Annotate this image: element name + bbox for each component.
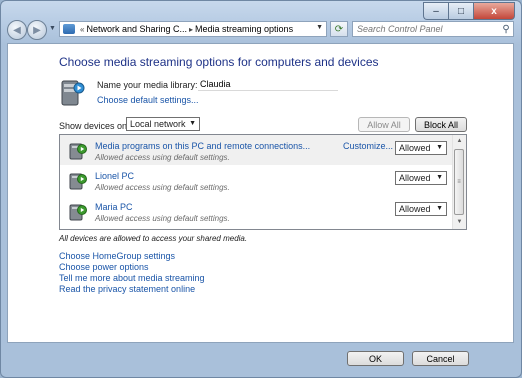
address-bar[interactable]: « Network and Sharing C... ▸ Media strea…: [59, 21, 327, 37]
chevron-down-icon: ▼: [436, 174, 443, 181]
network-select[interactable]: Local network ▼: [126, 117, 200, 131]
navigation-bar: ◀ ▶ ▼ « Network and Sharing C... ▸ Media…: [7, 19, 514, 41]
device-name[interactable]: Media programs on this PC and remote con…: [95, 141, 310, 151]
media-device-icon: [69, 204, 87, 221]
device-row-lionel-pc[interactable]: Lionel PC Allowed access using default s…: [60, 165, 453, 195]
content-pane: Choose media streaming options for compu…: [7, 43, 514, 343]
forward-button[interactable]: ▶: [27, 20, 47, 40]
device-status: Allowed access using default settings.: [95, 153, 230, 162]
permission-value: Allowed: [399, 204, 431, 214]
device-list: Media programs on this PC and remote con…: [59, 134, 467, 230]
device-status: Allowed access using default settings.: [95, 183, 230, 192]
chevron-down-icon: ▼: [436, 144, 443, 151]
dialog-footer: OK Cancel: [7, 343, 514, 373]
device-list-scrollbar[interactable]: ▲ ≡ ▼: [452, 135, 466, 229]
privacy-statement-link[interactable]: Read the privacy statement online: [59, 284, 205, 295]
device-status: Allowed access using default settings.: [95, 214, 230, 223]
permission-select[interactable]: Allowed ▼: [395, 141, 447, 155]
media-streaming-window: – □ x ◀ ▶ ▼ « Network and Sharing C... ▸…: [0, 0, 522, 378]
media-library-icon: [61, 80, 85, 106]
control-panel-icon: [63, 24, 75, 34]
homegroup-settings-link[interactable]: Choose HomeGroup settings: [59, 251, 205, 262]
search-box[interactable]: ⚲: [352, 21, 514, 37]
refresh-icon[interactable]: ⟳: [330, 21, 348, 37]
scroll-up-icon[interactable]: ▲: [453, 135, 466, 148]
all-devices-note: All devices are allowed to access your s…: [59, 234, 248, 243]
show-devices-label: Show devices on:: [59, 121, 130, 131]
breadcrumb-network-sharing[interactable]: Network and Sharing C...: [86, 24, 187, 34]
device-name[interactable]: Maria PC: [95, 202, 133, 212]
power-options-link[interactable]: Choose power options: [59, 262, 205, 273]
scroll-down-icon[interactable]: ▼: [453, 216, 466, 229]
media-device-icon: [69, 143, 87, 160]
related-links: Choose HomeGroup settings Choose power o…: [59, 251, 205, 295]
choose-default-settings-link[interactable]: Choose default settings...: [97, 95, 199, 105]
chevron-down-icon: ▼: [436, 205, 443, 212]
permission-select[interactable]: Allowed ▼: [395, 202, 447, 216]
media-streaming-help-link[interactable]: Tell me more about media streaming: [59, 273, 205, 284]
breadcrumb-media-streaming[interactable]: Media streaming options: [195, 24, 293, 34]
permission-select[interactable]: Allowed ▼: [395, 171, 447, 185]
network-select-value: Local network: [130, 119, 186, 129]
breadcrumb-overflow-icon[interactable]: «: [80, 25, 84, 34]
device-name[interactable]: Lionel PC: [95, 171, 134, 181]
address-dropdown-icon[interactable]: ▼: [316, 24, 323, 31]
recent-pages-dropdown-icon[interactable]: ▼: [49, 25, 56, 32]
maximize-button[interactable]: □: [448, 2, 473, 20]
customize-link[interactable]: Customize...: [343, 141, 393, 151]
permission-value: Allowed: [399, 173, 431, 183]
minimize-button[interactable]: –: [423, 2, 448, 20]
close-button[interactable]: x: [473, 2, 515, 20]
block-all-button[interactable]: Block All: [415, 117, 467, 132]
back-button[interactable]: ◀: [7, 20, 27, 40]
library-name-label: Name your media library:: [97, 80, 198, 90]
caption-buttons: – □ x: [423, 2, 515, 20]
device-row-maria-pc[interactable]: Maria PC Allowed access using default se…: [60, 196, 453, 226]
page-title: Choose media streaming options for compu…: [59, 55, 379, 69]
search-input[interactable]: [353, 23, 499, 35]
library-name-input[interactable]: [198, 78, 338, 91]
scrollbar-thumb[interactable]: ≡: [454, 149, 464, 215]
search-icon[interactable]: ⚲: [499, 24, 513, 35]
media-device-icon: [69, 173, 87, 190]
breadcrumb-separator-icon[interactable]: ▸: [189, 25, 193, 34]
chevron-down-icon: ▼: [189, 120, 196, 127]
device-row-media-programs[interactable]: Media programs on this PC and remote con…: [60, 135, 453, 165]
permission-value: Allowed: [399, 143, 431, 153]
allow-all-button[interactable]: Allow All: [358, 117, 410, 132]
ok-button[interactable]: OK: [347, 351, 404, 366]
cancel-button[interactable]: Cancel: [412, 351, 469, 366]
